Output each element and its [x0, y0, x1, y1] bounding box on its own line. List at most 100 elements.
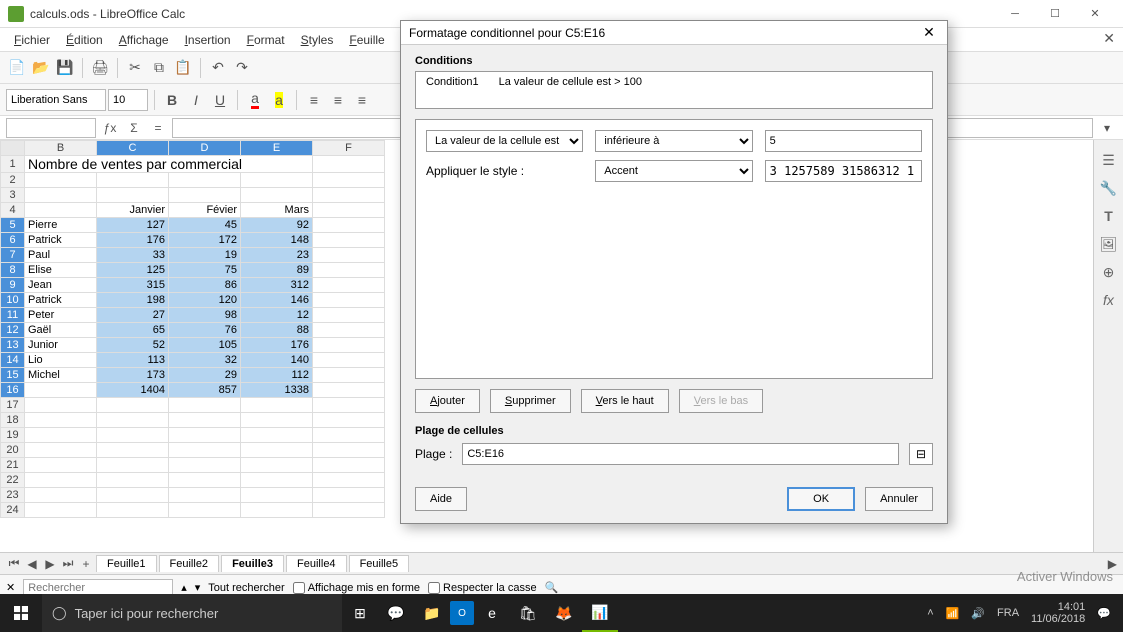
cell[interactable]: [313, 308, 385, 323]
style-select[interactable]: Accent: [595, 160, 752, 182]
tab-nav-next-icon[interactable]: ▶: [42, 557, 58, 571]
cell[interactable]: [313, 353, 385, 368]
cell[interactable]: [313, 383, 385, 398]
cut-icon[interactable]: ✂: [124, 57, 146, 79]
print-icon[interactable]: 🖨: [89, 57, 111, 79]
firefox-icon[interactable]: 🦊: [546, 594, 582, 632]
col-header-c[interactable]: C: [97, 141, 169, 156]
cell[interactable]: 127: [97, 218, 169, 233]
horizontal-scroll-icon[interactable]: ▶: [1108, 557, 1117, 571]
cell[interactable]: [313, 293, 385, 308]
copy-icon[interactable]: ⧉: [148, 57, 170, 79]
italic-icon[interactable]: I: [185, 89, 207, 111]
row-header[interactable]: 5: [1, 218, 25, 233]
row-header[interactable]: 14: [1, 353, 25, 368]
undo-icon[interactable]: ↶: [207, 57, 229, 79]
move-up-button[interactable]: Vers le haut: [581, 389, 669, 413]
menu-edit[interactable]: Édition: [58, 30, 111, 50]
sheet-tab[interactable]: Feuille1: [96, 555, 157, 572]
row-header[interactable]: 8: [1, 263, 25, 278]
cell[interactable]: Elise: [25, 263, 97, 278]
find-all-button[interactable]: Tout rechercher: [208, 582, 284, 594]
cell[interactable]: [313, 368, 385, 383]
cell[interactable]: Peter: [25, 308, 97, 323]
row-header[interactable]: 11: [1, 308, 25, 323]
cell[interactable]: Lio: [25, 353, 97, 368]
row-header[interactable]: 7: [1, 248, 25, 263]
align-right-icon[interactable]: ≡: [351, 89, 373, 111]
cell[interactable]: 105: [169, 338, 241, 353]
row-header[interactable]: 17: [1, 398, 25, 413]
find-prev-icon[interactable]: ▴: [181, 581, 187, 594]
cell[interactable]: 1404: [97, 383, 169, 398]
cell[interactable]: 315: [97, 278, 169, 293]
cell[interactable]: [313, 156, 385, 173]
row-header[interactable]: 10: [1, 293, 25, 308]
cell[interactable]: 113: [97, 353, 169, 368]
condition-value-input[interactable]: [765, 130, 922, 152]
conditions-list[interactable]: Condition1 La valeur de cellule est > 10…: [415, 71, 933, 109]
condition-operator-select[interactable]: inférieure à: [595, 130, 752, 152]
cell[interactable]: [313, 323, 385, 338]
paste-icon[interactable]: 📋: [172, 57, 194, 79]
new-icon[interactable]: 📄: [6, 57, 28, 79]
expand-formula-icon[interactable]: ▾: [1097, 118, 1117, 138]
cell[interactable]: 45: [169, 218, 241, 233]
menu-view[interactable]: Affichage: [111, 30, 177, 50]
task-view-icon[interactable]: ⊞: [342, 594, 378, 632]
cell-reference-input[interactable]: [6, 118, 96, 138]
tab-nav-first-icon[interactable]: ⏮: [6, 556, 22, 571]
cell[interactable]: 125: [97, 263, 169, 278]
row-header[interactable]: 12: [1, 323, 25, 338]
cell[interactable]: 857: [169, 383, 241, 398]
minimize-button[interactable]: ─: [995, 3, 1035, 25]
shrink-range-icon[interactable]: ⊟: [909, 443, 933, 465]
cell[interactable]: 65: [97, 323, 169, 338]
dialog-close-icon[interactable]: ✕: [919, 24, 939, 41]
cell[interactable]: 98: [169, 308, 241, 323]
move-down-button[interactable]: Vers le bas: [679, 389, 763, 413]
cell-header-mars[interactable]: Mars: [241, 203, 313, 218]
cell[interactable]: 23: [241, 248, 313, 263]
row-header[interactable]: 2: [1, 173, 25, 188]
font-size-input[interactable]: [108, 89, 148, 111]
volume-icon[interactable]: 🔊: [971, 607, 985, 620]
cell[interactable]: 27: [97, 308, 169, 323]
cell[interactable]: 1338: [241, 383, 313, 398]
cell[interactable]: [313, 338, 385, 353]
edge-icon[interactable]: e: [474, 594, 510, 632]
sidebar-navigator-icon[interactable]: ⊕: [1099, 262, 1119, 282]
row-header[interactable]: 19: [1, 428, 25, 443]
cell[interactable]: 92: [241, 218, 313, 233]
row-header[interactable]: 23: [1, 488, 25, 503]
match-case-checkbox[interactable]: Respecter la casse: [428, 582, 537, 594]
cell[interactable]: 89: [241, 263, 313, 278]
sheet-tab[interactable]: Feuille4: [286, 555, 347, 572]
cell[interactable]: Pierre: [25, 218, 97, 233]
cell[interactable]: 172: [169, 233, 241, 248]
sheet-tab[interactable]: Feuille5: [349, 555, 410, 572]
cell[interactable]: 120: [169, 293, 241, 308]
menu-file[interactable]: Fichier: [6, 30, 58, 50]
cell[interactable]: [313, 263, 385, 278]
range-input[interactable]: [462, 443, 899, 465]
spreadsheet-grid[interactable]: B C D E F 1 Nombre de ventes par commerc…: [0, 140, 385, 518]
row-header[interactable]: 3: [1, 188, 25, 203]
col-header-e[interactable]: E: [241, 141, 313, 156]
cell[interactable]: 140: [241, 353, 313, 368]
font-color-icon[interactable]: a: [244, 89, 266, 111]
cell[interactable]: 86: [169, 278, 241, 293]
row-header[interactable]: 18: [1, 413, 25, 428]
find-next-icon[interactable]: ▾: [195, 581, 201, 594]
cell[interactable]: [313, 278, 385, 293]
align-center-icon[interactable]: ≡: [327, 89, 349, 111]
close-button[interactable]: ✕: [1075, 3, 1115, 25]
tray-up-icon[interactable]: ˄: [927, 607, 933, 619]
underline-icon[interactable]: U: [209, 89, 231, 111]
cortana-icon[interactable]: 💬: [378, 594, 414, 632]
close-document-button[interactable]: ✕: [1103, 30, 1115, 47]
sidebar-gallery-icon[interactable]: 🖼: [1099, 234, 1119, 254]
cell[interactable]: [313, 218, 385, 233]
cell[interactable]: Patrick: [25, 293, 97, 308]
store-icon[interactable]: 🛍: [510, 594, 546, 632]
